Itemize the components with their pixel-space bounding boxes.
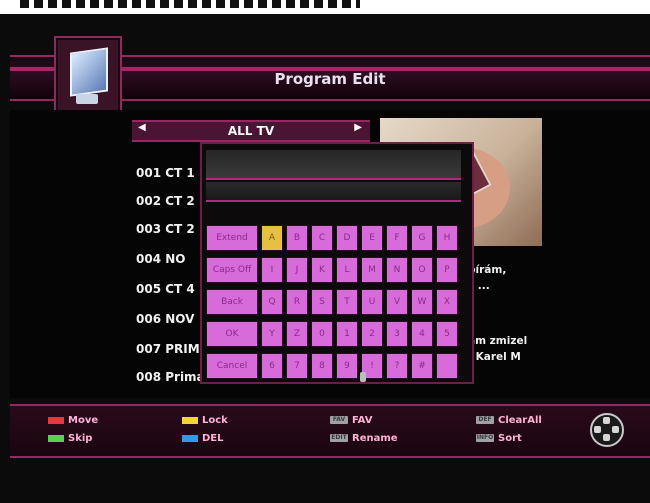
keyboard-key[interactable]: 7 <box>286 353 308 379</box>
keyboard-key[interactable]: G <box>411 225 433 251</box>
keyboard-key[interactable]: 3 <box>386 321 408 347</box>
keyboard-key[interactable]: M <box>361 257 383 283</box>
back-key[interactable]: Back <box>206 289 258 315</box>
legend-move: Move <box>48 415 98 426</box>
dpad-icon <box>590 413 624 447</box>
extend-key[interactable]: Extend <box>206 225 258 251</box>
channel-item[interactable]: 002 CT 2 <box>136 194 195 208</box>
info-text: , Karel M <box>468 351 521 363</box>
legend-rename: EDIT Rename <box>330 433 398 444</box>
rename-input-field[interactable] <box>206 150 461 180</box>
channel-item[interactable]: 003 CT 2 <box>136 222 195 236</box>
legend-clearall: DEF ClearAll <box>476 415 542 426</box>
keyboard-key[interactable]: I <box>261 257 283 283</box>
keyboard-key[interactable]: A <box>261 225 283 251</box>
keyboard-key[interactable]: O <box>411 257 433 283</box>
keyboard-key[interactable]: ? <box>386 353 408 379</box>
def-key-icon: DEF <box>476 416 494 424</box>
ok-key[interactable]: OK <box>206 321 258 347</box>
edit-key-icon: EDIT <box>330 434 348 442</box>
keyboard-key[interactable]: B <box>286 225 308 251</box>
keyboard-key[interactable]: U <box>361 289 383 315</box>
caps-key[interactable]: Caps Off <box>206 257 258 283</box>
keyboard-key[interactable]: S <box>311 289 333 315</box>
keyboard-key[interactable]: Y <box>261 321 283 347</box>
legend-bar <box>10 404 650 458</box>
keyboard-key[interactable]: P <box>436 257 458 283</box>
channel-item[interactable]: 004 NO <box>136 252 185 266</box>
group-selector[interactable]: ◀ ALL TV ▶ <box>132 120 370 142</box>
channel-item[interactable]: 005 CT 4 <box>136 282 195 296</box>
green-key-icon <box>48 434 64 442</box>
top-overlay-strip <box>0 0 650 14</box>
cancel-key[interactable]: Cancel <box>206 353 258 379</box>
program-edit-screen: Program Edit ◀ ALL TV ▶ 001 CT 1 002 CT … <box>0 0 650 503</box>
keyboard-key[interactable]: 4 <box>411 321 433 347</box>
legend-lock: Lock <box>182 415 228 426</box>
keyboard-key[interactable] <box>436 353 458 379</box>
rename-input-underline <box>206 182 461 202</box>
yellow-key-icon <box>182 416 198 424</box>
keyboard-key[interactable]: 0 <box>311 321 333 347</box>
legend-skip: Skip <box>48 433 92 444</box>
red-key-icon <box>48 416 64 424</box>
blue-key-icon <box>182 434 198 442</box>
keyboard-key[interactable]: F <box>386 225 408 251</box>
keyboard-key[interactable]: 8 <box>311 353 333 379</box>
keyboard-key[interactable]: T <box>336 289 358 315</box>
keyboard-key[interactable]: 5 <box>436 321 458 347</box>
keyboard-key[interactable]: 9 <box>336 353 358 379</box>
keyboard-key[interactable]: Z <box>286 321 308 347</box>
keyboard-key[interactable]: C <box>311 225 333 251</box>
keyboard-key[interactable]: 2 <box>361 321 383 347</box>
keyboard-key[interactable]: 6 <box>261 353 283 379</box>
keyboard-key[interactable]: N <box>386 257 408 283</box>
keyboard-key[interactable]: # <box>411 353 433 379</box>
info-text: am zmizel <box>468 335 528 347</box>
keyboard-key[interactable]: J <box>286 257 308 283</box>
keyboard-key[interactable]: Q <box>261 289 283 315</box>
legend-sort: INFO Sort <box>476 433 522 444</box>
group-label: ALL TV <box>227 124 275 138</box>
right-arrow-icon[interactable]: ▶ <box>354 122 362 133</box>
keyboard-key[interactable]: V <box>386 289 408 315</box>
keyboard-key[interactable]: 1 <box>336 321 358 347</box>
keyboard-key[interactable]: X <box>436 289 458 315</box>
channel-item[interactable]: 007 PRIM <box>136 342 200 356</box>
legend-fav: FAV FAV <box>330 415 372 426</box>
info-key-icon: INFO <box>476 434 494 442</box>
keyboard-key[interactable]: L <box>336 257 358 283</box>
page-title: Program Edit <box>274 70 386 88</box>
channel-item[interactable]: 006 NOV <box>136 312 194 326</box>
fav-key-icon: FAV <box>330 416 348 424</box>
scrollbar-thumb[interactable] <box>360 372 366 382</box>
keyboard-key[interactable]: K <box>311 257 333 283</box>
keyboard-key[interactable]: E <box>361 225 383 251</box>
keyboard-key[interactable]: R <box>286 289 308 315</box>
keyboard-key[interactable]: D <box>336 225 358 251</box>
keyboard-key[interactable]: W <box>411 289 433 315</box>
keyboard-key[interactable]: H <box>436 225 458 251</box>
channel-item[interactable]: 001 CT 1 <box>136 166 195 180</box>
legend-del: DEL <box>182 433 224 444</box>
